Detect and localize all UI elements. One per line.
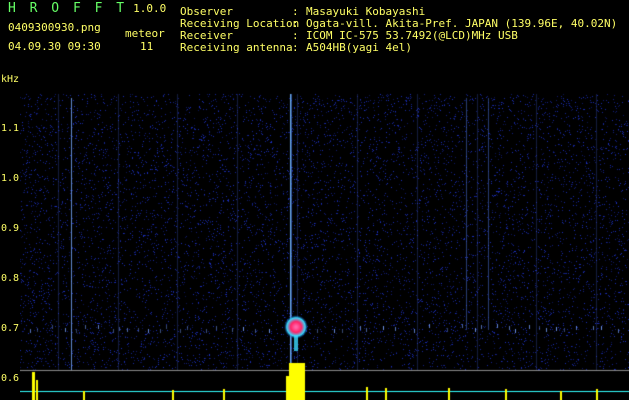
y-tick-label: 0.8 xyxy=(1,273,20,284)
app-title: H R O F F T 1.0.0 xyxy=(8,1,166,16)
app-version: 1.0.0 xyxy=(133,2,167,15)
app-name: H R O F F T xyxy=(8,1,128,16)
meteor-label: meteor xyxy=(125,27,165,40)
antenna-value: A504HB(yagi 4el) xyxy=(306,41,412,54)
spectrogram xyxy=(20,80,629,400)
y-tick-label: 0.6 xyxy=(1,373,20,384)
y-tick-label: 0.7 xyxy=(1,323,20,334)
antenna-separator: : xyxy=(292,41,299,54)
file-name: 0409300930.png xyxy=(8,21,101,34)
antenna-row: Receiving antenna: A504HB(yagi 4el) xyxy=(180,41,412,54)
y-axis-unit: kHz xyxy=(1,74,20,85)
y-tick-label: 1.1 xyxy=(1,123,20,134)
timestamp: 04.09.30 09:30 xyxy=(8,40,101,53)
y-tick-label: 1.0 xyxy=(1,173,20,184)
meteor-count: 11 xyxy=(140,40,154,53)
y-tick-label: 0.9 xyxy=(1,223,20,234)
antenna-label: Receiving antenna xyxy=(180,41,293,54)
